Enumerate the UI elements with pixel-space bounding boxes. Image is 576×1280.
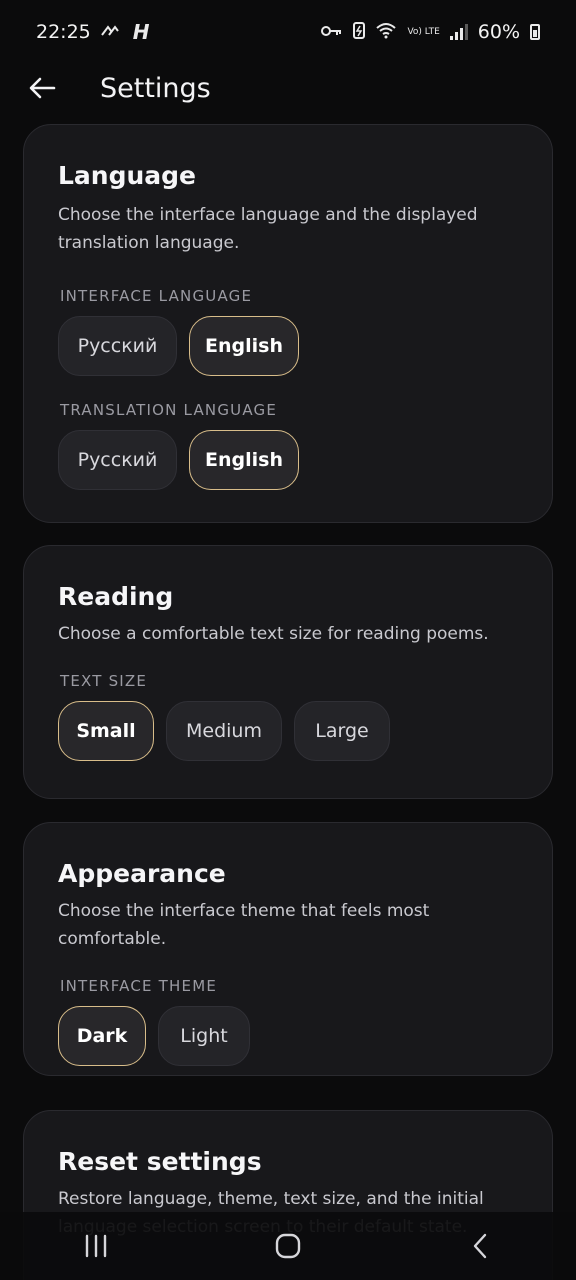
interface-language-label: INTERFACE LANGUAGE — [60, 287, 253, 305]
text-size-small-chip[interactable]: Small — [58, 701, 154, 761]
language-card: Language Choose the interface language a… — [23, 124, 553, 523]
home-button[interactable] — [258, 1221, 318, 1271]
recents-button[interactable] — [66, 1221, 126, 1271]
translation-language-label: TRANSLATION LANGUAGE — [60, 401, 278, 419]
battery-saver-icon — [353, 21, 366, 43]
status-bar: 22:25 H Vo) LTE 60% — [0, 0, 576, 64]
reading-title: Reading — [58, 582, 174, 611]
translation-language-options: Русский English — [58, 430, 518, 490]
text-size-options: Small Medium Large — [58, 701, 518, 761]
translation-language-russian-chip[interactable]: Русский — [58, 430, 177, 490]
settings-screen: 22:25 H Vo) LTE 60% Settings Language Ch… — [0, 0, 576, 1280]
recents-icon — [85, 1234, 107, 1258]
wifi-icon — [375, 21, 397, 43]
app-header: Settings — [0, 60, 576, 116]
home-icon — [275, 1233, 301, 1259]
reading-card: Reading Choose a comfortable text size f… — [23, 545, 553, 799]
back-chevron-icon — [473, 1233, 487, 1259]
status-time: 22:25 — [36, 21, 91, 43]
interface-theme-label: INTERFACE THEME — [60, 977, 218, 995]
reset-title: Reset settings — [58, 1147, 262, 1176]
key-icon — [321, 23, 343, 42]
battery-icon — [530, 24, 540, 40]
text-size-label: TEXT SIZE — [60, 672, 148, 690]
interface-language-options: Русский English — [58, 316, 518, 376]
interface-language-russian-chip[interactable]: Русский — [58, 316, 177, 376]
text-size-medium-chip[interactable]: Medium — [166, 701, 282, 761]
page-title: Settings — [100, 72, 211, 104]
appearance-description: Choose the interface theme that feels mo… — [58, 901, 430, 949]
network-activity-icon — [100, 22, 123, 42]
language-title: Language — [58, 161, 197, 190]
status-left: 22:25 H — [36, 20, 150, 44]
appearance-card: Appearance Choose the interface theme th… — [23, 822, 553, 1076]
theme-dark-chip[interactable]: Dark — [58, 1006, 146, 1066]
system-back-button[interactable] — [450, 1221, 510, 1271]
signal-strength-icon — [449, 24, 468, 40]
system-nav-bar — [0, 1212, 576, 1280]
reading-description: Choose a comfortable text size for readi… — [58, 624, 489, 644]
arrow-left-icon — [29, 77, 56, 99]
text-size-large-chip[interactable]: Large — [294, 701, 390, 761]
status-right: Vo) LTE 60% — [321, 21, 540, 43]
translation-language-english-chip[interactable]: English — [189, 430, 299, 490]
theme-light-chip[interactable]: Light — [158, 1006, 250, 1066]
back-button[interactable] — [24, 70, 60, 106]
interface-language-english-chip[interactable]: English — [189, 316, 299, 376]
volte-icon: Vo) LTE — [407, 26, 440, 37]
battery-percent: 60% — [477, 21, 520, 43]
h-network-icon: H — [132, 20, 150, 44]
language-description: Choose the interface language and the di… — [58, 205, 478, 253]
appearance-title: Appearance — [58, 859, 226, 888]
theme-options: Dark Light — [58, 1006, 518, 1066]
